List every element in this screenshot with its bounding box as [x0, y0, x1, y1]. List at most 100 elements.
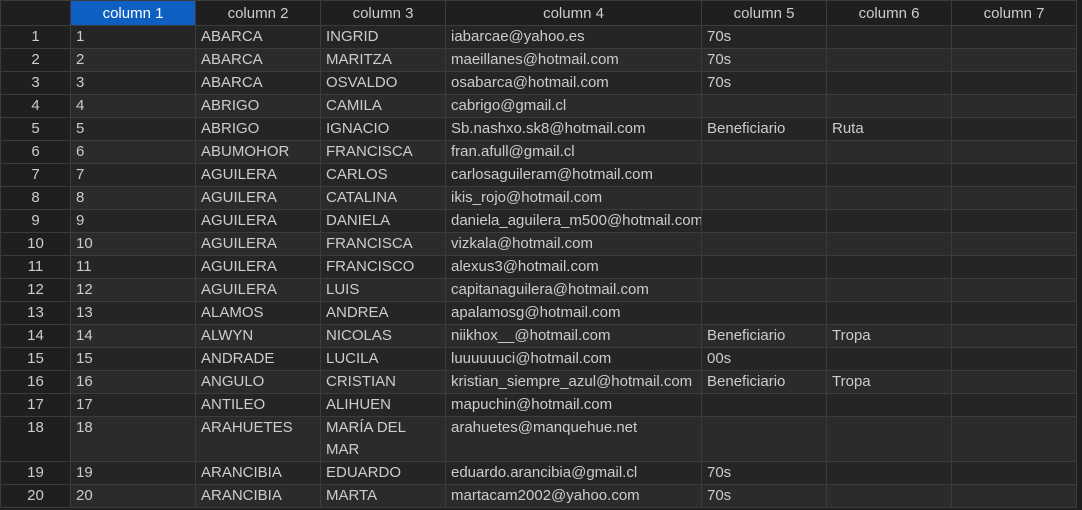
column-1-cell[interactable]: 6 [70, 140, 196, 164]
column-4-cell[interactable]: niikhox__@hotmail.com [445, 324, 702, 348]
column-7-cell[interactable] [951, 186, 1077, 210]
column-6-cell[interactable] [826, 484, 952, 508]
row-number-cell[interactable]: 8 [0, 186, 71, 210]
table-row[interactable]: 19 19 ARANCIBIA EDUARDO eduardo.arancibia@gm… [0, 461, 1077, 485]
column-3-cell[interactable]: FRANCISCO [320, 255, 446, 279]
column-2-cell[interactable]: ARANCIBIA [195, 484, 321, 508]
table-row[interactable]: 14 14 ALWYN NICOLAS niikhox__@hotmail.com Ben… [0, 324, 1077, 348]
column-2-cell[interactable]: ABRIGO [195, 94, 321, 118]
table-row[interactable]: 13 13 ALAMOS ANDREA apalamosg@hotmail.com [0, 301, 1077, 325]
column-header-3[interactable]: column 3 [320, 0, 446, 26]
column-1-cell[interactable]: 14 [70, 324, 196, 348]
column-7-cell[interactable] [951, 370, 1077, 394]
column-5-cell[interactable]: 70s [701, 461, 827, 485]
column-7-cell[interactable] [951, 117, 1077, 141]
column-5-cell[interactable] [701, 186, 827, 210]
column-6-cell[interactable] [826, 209, 952, 233]
column-6-cell[interactable] [826, 25, 952, 49]
column-5-cell[interactable]: 70s [701, 484, 827, 508]
column-1-cell[interactable]: 2 [70, 48, 196, 72]
table-row[interactable]: 6 6 ABUMOHOR FRANCISCA fran.afull@gmail.cl [0, 140, 1077, 164]
column-2-cell[interactable]: AGUILERA [195, 255, 321, 279]
column-6-cell[interactable] [826, 416, 952, 462]
column-1-cell[interactable]: 15 [70, 347, 196, 371]
column-2-cell[interactable]: AGUILERA [195, 186, 321, 210]
column-6-cell[interactable] [826, 186, 952, 210]
table-row[interactable]: 15 15 ANDRADE LUCILA luuuuuuci@hotmail.com 00… [0, 347, 1077, 371]
column-3-cell[interactable]: LUCILA [320, 347, 446, 371]
column-4-cell[interactable]: cabrigo@gmail.cl [445, 94, 702, 118]
row-number-cell[interactable]: 2 [0, 48, 71, 72]
column-7-cell[interactable] [951, 393, 1077, 417]
column-5-cell[interactable]: Beneficiario [701, 324, 827, 348]
row-number-cell[interactable]: 13 [0, 301, 71, 325]
table-row[interactable]: 12 12 AGUILERA LUIS capitanaguilera@hotmail.… [0, 278, 1077, 302]
column-3-cell[interactable]: ANDREA [320, 301, 446, 325]
column-1-cell[interactable]: 5 [70, 117, 196, 141]
table-row[interactable]: 11 11 AGUILERA FRANCISCO alexus3@hotmail.com [0, 255, 1077, 279]
column-2-cell[interactable]: AGUILERA [195, 232, 321, 256]
table-row[interactable]: 8 8 AGUILERA CATALINA ikis_rojo@hotmail.com [0, 186, 1077, 210]
column-1-cell[interactable]: 16 [70, 370, 196, 394]
column-7-cell[interactable] [951, 347, 1077, 371]
column-1-cell[interactable]: 10 [70, 232, 196, 256]
column-4-cell[interactable]: mapuchin@hotmail.com [445, 393, 702, 417]
table-row[interactable]: 1 1 ABARCA INGRID iabarcae@yahoo.es 70s [0, 25, 1077, 49]
table-row[interactable]: 20 20 ARANCIBIA MARTA martacam2002@yahoo.com… [0, 484, 1077, 508]
column-5-cell[interactable] [701, 255, 827, 279]
column-2-cell[interactable]: ALWYN [195, 324, 321, 348]
row-number-cell[interactable]: 12 [0, 278, 71, 302]
row-number-cell[interactable]: 4 [0, 94, 71, 118]
column-4-cell[interactable]: vizkala@hotmail.com [445, 232, 702, 256]
column-1-cell[interactable]: 19 [70, 461, 196, 485]
column-5-cell[interactable] [701, 163, 827, 187]
column-3-cell[interactable]: MARITZA [320, 48, 446, 72]
column-4-cell[interactable]: daniela_aguilera_m500@hotmail.com [445, 209, 702, 233]
column-2-cell[interactable]: ARANCIBIA [195, 461, 321, 485]
column-2-cell[interactable]: ABARCA [195, 48, 321, 72]
column-7-cell[interactable] [951, 209, 1077, 233]
table-row[interactable]: 7 7 AGUILERA CARLOS carlosaguileram@hotmail.… [0, 163, 1077, 187]
column-7-cell[interactable] [951, 140, 1077, 164]
column-1-cell[interactable]: 13 [70, 301, 196, 325]
column-3-cell[interactable]: OSVALDO [320, 71, 446, 95]
column-4-cell[interactable]: iabarcae@yahoo.es [445, 25, 702, 49]
column-7-cell[interactable] [951, 278, 1077, 302]
column-6-cell[interactable] [826, 393, 952, 417]
table-row[interactable]: 17 17 ANTILEO ALIHUEN mapuchin@hotmail.com [0, 393, 1077, 417]
row-number-cell[interactable]: 11 [0, 255, 71, 279]
row-number-cell[interactable]: 19 [0, 461, 71, 485]
column-6-cell[interactable] [826, 301, 952, 325]
row-number-cell[interactable]: 5 [0, 117, 71, 141]
column-5-cell[interactable] [701, 416, 827, 462]
row-number-cell[interactable]: 6 [0, 140, 71, 164]
column-2-cell[interactable]: ANDRADE [195, 347, 321, 371]
column-3-cell[interactable]: ALIHUEN [320, 393, 446, 417]
column-6-cell[interactable] [826, 232, 952, 256]
column-1-cell[interactable]: 4 [70, 94, 196, 118]
row-number-cell[interactable]: 14 [0, 324, 71, 348]
column-5-cell[interactable]: 70s [701, 25, 827, 49]
column-5-cell[interactable] [701, 232, 827, 256]
column-5-cell[interactable] [701, 94, 827, 118]
column-6-cell[interactable]: Ruta [826, 117, 952, 141]
row-number-cell[interactable]: 15 [0, 347, 71, 371]
column-7-cell[interactable] [951, 484, 1077, 508]
data-grid[interactable]: column 1 column 2 column 3 column 4 colu… [0, 0, 1082, 510]
column-1-cell[interactable]: 12 [70, 278, 196, 302]
column-3-cell[interactable]: MARÍA DEL MAR [320, 416, 446, 462]
column-3-cell[interactable]: CAMILA [320, 94, 446, 118]
column-1-cell[interactable]: 3 [70, 71, 196, 95]
column-6-cell[interactable] [826, 278, 952, 302]
column-1-cell[interactable]: 9 [70, 209, 196, 233]
table-row[interactable]: 9 9 AGUILERA DANIELA daniela_aguilera_m500@h… [0, 209, 1077, 233]
column-7-cell[interactable] [951, 324, 1077, 348]
row-number-cell[interactable]: 18 [0, 416, 71, 462]
column-4-cell[interactable]: alexus3@hotmail.com [445, 255, 702, 279]
column-header-2[interactable]: column 2 [195, 0, 321, 26]
column-7-cell[interactable] [951, 255, 1077, 279]
column-5-cell[interactable]: 70s [701, 71, 827, 95]
row-number-cell[interactable]: 17 [0, 393, 71, 417]
column-2-cell[interactable]: AGUILERA [195, 209, 321, 233]
column-4-cell[interactable]: osabarca@hotmail.com [445, 71, 702, 95]
